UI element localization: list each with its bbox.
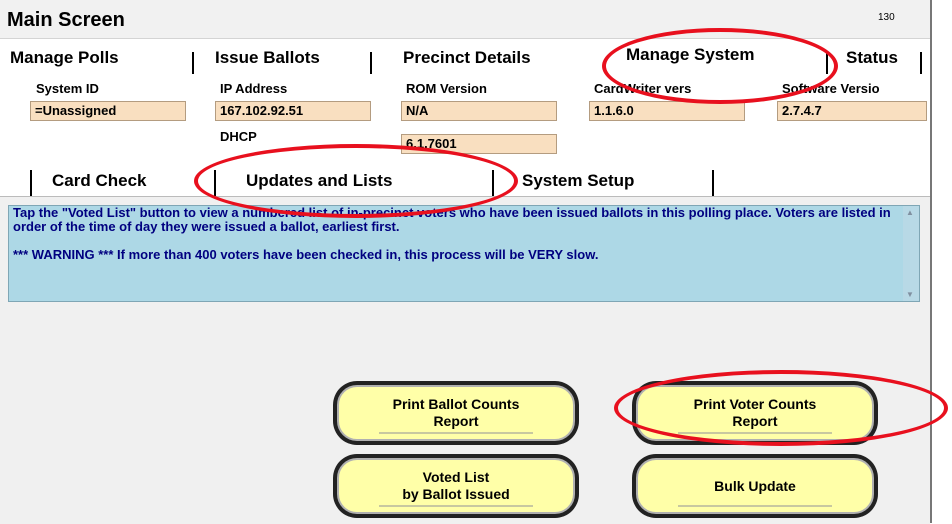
- window-right-border: [930, 0, 932, 523]
- voted-list-label: Voted List by Ballot Issued: [337, 458, 575, 514]
- info-text: Tap the "Voted List" button to view a nu…: [13, 205, 891, 234]
- main-tab-bar: Manage Polls Issue Ballots Precinct Deta…: [0, 44, 930, 74]
- tab-manage-system[interactable]: Manage System: [626, 45, 755, 65]
- tab-status[interactable]: Status: [846, 48, 898, 68]
- dhcp-label: DHCP: [220, 129, 257, 144]
- ip-address-field: 167.102.92.51: [215, 101, 371, 121]
- scroll-up-arrow-icon[interactable]: ▲: [906, 208, 914, 217]
- window-title: Main Screen: [7, 9, 125, 31]
- counter-value: 130: [878, 12, 895, 23]
- tab-updates-and-lists[interactable]: Updates and Lists: [246, 171, 392, 191]
- tab-system-setup[interactable]: System Setup: [522, 171, 634, 191]
- tab-separator: [920, 52, 922, 74]
- bulk-update-label: Bulk Update: [636, 458, 874, 514]
- voted-list-button[interactable]: Voted List by Ballot Issued: [333, 454, 579, 518]
- tab-separator: [214, 170, 216, 196]
- ip-address-label: IP Address: [220, 81, 288, 96]
- tab-separator: [492, 170, 494, 196]
- software-version-label: Software Versio: [782, 81, 880, 96]
- system-id-label: System ID: [36, 81, 99, 96]
- tab-separator: [192, 52, 194, 74]
- dhcp-field: 6.1.7601: [401, 134, 557, 154]
- print-voter-counts-button[interactable]: Print Voter Counts Report: [632, 381, 878, 445]
- rom-version-label: ROM Version: [406, 81, 487, 96]
- scroll-down-arrow-icon[interactable]: ▼: [906, 290, 914, 299]
- print-ballot-counts-button[interactable]: Print Ballot Counts Report: [333, 381, 579, 445]
- system-info-panel: System ID =Unassigned IP Address 167.102…: [0, 72, 930, 172]
- rom-version-field: N/A: [401, 101, 557, 121]
- tab-card-check[interactable]: Card Check: [52, 171, 146, 191]
- tab-separator: [30, 170, 32, 196]
- warning-text: *** WARNING *** If more than 400 voters …: [13, 247, 599, 262]
- cardwriter-label: CardWriter vers: [594, 81, 692, 96]
- tab-issue-ballots[interactable]: Issue Ballots: [215, 48, 320, 68]
- title-bar: Main Screen 130: [0, 0, 930, 39]
- tab-manage-polls[interactable]: Manage Polls: [10, 48, 119, 68]
- info-text-box[interactable]: Tap the "Voted List" button to view a nu…: [8, 205, 920, 302]
- software-version-field: 2.7.4.7: [777, 101, 927, 121]
- sub-tab-bar: Card Check Updates and Lists System Setu…: [0, 164, 930, 198]
- tab-separator: [826, 52, 828, 74]
- scrollbar[interactable]: ▲ ▼: [903, 206, 919, 301]
- system-id-field: =Unassigned: [30, 101, 186, 121]
- bulk-update-button[interactable]: Bulk Update: [632, 454, 878, 518]
- tab-separator: [712, 170, 714, 196]
- print-voter-counts-label: Print Voter Counts Report: [636, 385, 874, 441]
- print-ballot-counts-label: Print Ballot Counts Report: [337, 385, 575, 441]
- updates-and-lists-panel: Tap the "Voted List" button to view a nu…: [0, 196, 930, 524]
- cardwriter-field: 1.1.6.0: [589, 101, 745, 121]
- tab-precinct-details[interactable]: Precinct Details: [403, 48, 531, 68]
- tab-separator: [370, 52, 372, 74]
